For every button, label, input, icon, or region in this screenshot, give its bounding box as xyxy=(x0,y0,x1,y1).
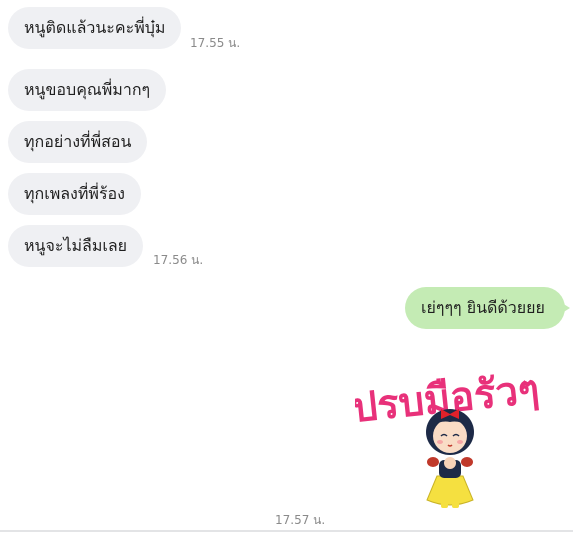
chat-window: หนูติดแล้วนะคะพี่บุ๋ม 17.55 น. หนูขอบคุณ… xyxy=(0,0,573,534)
message-text: หนูจะไม่ลืมเลย xyxy=(24,236,128,255)
message-text: หนูติดแล้วนะคะพี่บุ๋ม xyxy=(24,18,166,37)
message-timestamp: 17.55 น. xyxy=(190,36,241,50)
message-bubble-incoming[interactable]: หนูจะไม่ลืมเลย xyxy=(8,225,144,267)
message-text: ทุกอย่างที่พี่สอน xyxy=(24,132,132,151)
message-text: หนูขอบคุณพี่มากๆ xyxy=(24,80,151,99)
message-timestamp: 17.56 น. xyxy=(153,253,204,267)
snow-white-clapping-sticker[interactable]: ปรบมือรัวๆ xyxy=(349,365,545,518)
snow-white-figure xyxy=(426,409,474,508)
message-bubble-incoming[interactable]: ทุกอย่างที่พี่สอน xyxy=(8,121,148,163)
message-bubble-incoming[interactable]: ทุกเพลงที่พี่ร้อง xyxy=(8,173,141,215)
message-bubble-incoming[interactable]: หนูขอบคุณพี่มากๆ xyxy=(8,69,167,111)
divider xyxy=(0,530,573,532)
message-text: ทุกเพลงที่พี่ร้อง xyxy=(24,184,125,203)
sticker-image: ปรบมือรัวๆ xyxy=(349,365,543,508)
message-timestamp: 17.57 น. xyxy=(275,513,326,527)
message-bubble-outgoing[interactable]: เย่ๆๆๆ ยินดีด้วยยย xyxy=(405,287,565,329)
message-bubble-incoming[interactable]: หนูติดแล้วนะคะพี่บุ๋ม xyxy=(8,7,182,49)
message-text: เย่ๆๆๆ ยินดีด้วยยย xyxy=(421,298,545,317)
bubble-tail xyxy=(562,303,570,313)
